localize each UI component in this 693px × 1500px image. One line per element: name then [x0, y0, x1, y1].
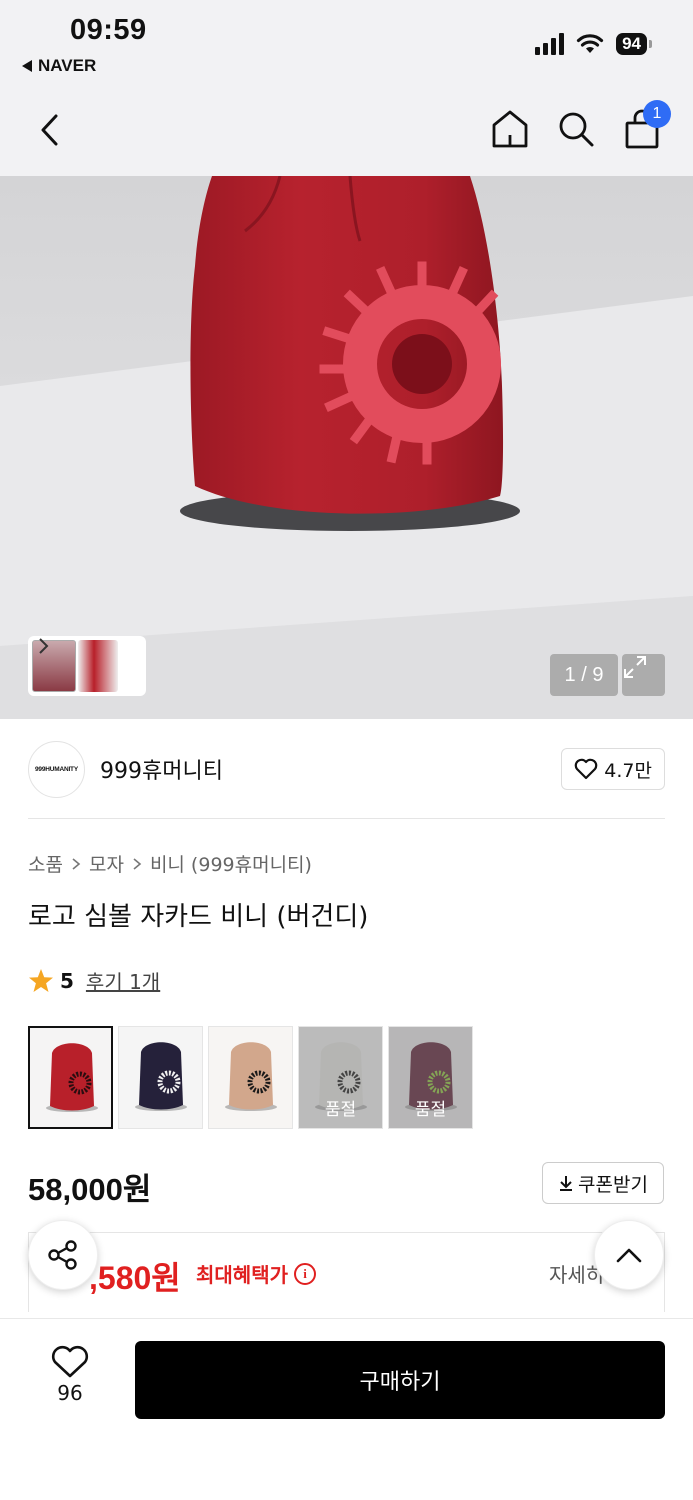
home-button[interactable] — [489, 106, 531, 152]
back-chevron-icon — [41, 114, 58, 146]
thumbnail-strip[interactable] — [28, 636, 146, 696]
max-benefit-label: 최대혜택가 i — [196, 1259, 316, 1288]
chevron-right-icon — [133, 857, 142, 870]
buy-button[interactable]: 구매하기 — [135, 1341, 665, 1419]
thumbnail-2[interactable] — [78, 640, 118, 692]
home-icon — [492, 110, 528, 148]
store-logo[interactable]: 999HUMANITY — [28, 740, 85, 798]
coupon-label: 쿠폰받기 — [578, 1173, 648, 1196]
battery-icon: 94 — [616, 33, 652, 55]
breadcrumb-item[interactable]: 비니 (999휴머니티) — [150, 850, 312, 877]
max-benefit-price: ,580원 — [89, 1260, 181, 1296]
product-price: 58,000원 — [28, 1172, 152, 1207]
back-triangle-icon — [22, 60, 32, 72]
wifi-icon — [576, 34, 604, 53]
star-icon — [29, 968, 53, 992]
breadcrumb: 소품 모자 비니 (999휴머니티) — [28, 850, 312, 877]
beanie-thumbnail — [46, 1043, 98, 1112]
like-button[interactable]: 96 — [40, 1345, 100, 1405]
beanie-thumbnail — [135, 1042, 187, 1111]
max-benefit-label-text: 최대혜택가 — [196, 1263, 288, 1287]
color-option[interactable]: 품절 — [298, 1026, 383, 1129]
coupon-button[interactable]: 쿠폰받기 — [542, 1162, 664, 1204]
product-title: 로고 심볼 자카드 비니 (버건디) — [28, 902, 369, 932]
bottom-action-bar: 96 구매하기 — [0, 1318, 693, 1500]
color-option[interactable] — [208, 1026, 293, 1129]
scroll-top-button[interactable] — [594, 1220, 664, 1290]
back-button[interactable] — [30, 110, 70, 150]
status-icons: 94 — [535, 33, 652, 55]
store-row[interactable]: 999HUMANITY 999휴머니티 4.7만 — [28, 740, 665, 798]
sold-out-label: 품절 — [389, 1027, 472, 1128]
battery-level: 94 — [622, 34, 641, 53]
back-to-app-link[interactable]: NAVER — [22, 56, 96, 76]
share-button[interactable] — [28, 1220, 98, 1290]
store-favorite-button[interactable]: 4.7만 — [561, 748, 665, 790]
search-button[interactable] — [555, 106, 597, 152]
image-counter: 1 / 9 — [550, 654, 618, 696]
heart-icon — [575, 758, 598, 780]
max-benefit-box: ,580원 최대혜택가 i 자세히 — [28, 1232, 665, 1312]
color-option[interactable] — [118, 1026, 203, 1129]
breadcrumb-item[interactable]: 모자 — [89, 850, 124, 877]
divider — [28, 818, 665, 819]
beanie-thumbnail — [225, 1042, 277, 1111]
top-bar: 09:59 NAVER 94 1 — [0, 0, 693, 176]
expand-button[interactable] — [622, 654, 665, 696]
status-time: 09:59 — [70, 14, 147, 46]
rating-score: 5 — [60, 968, 74, 993]
like-count: 96 — [57, 1381, 83, 1405]
rating-row[interactable]: 5 후기 1개 — [28, 966, 160, 995]
chevron-right-icon — [72, 857, 81, 870]
store-name[interactable]: 999휴머니티 — [100, 753, 223, 785]
reviews-link[interactable]: 후기 1개 — [86, 966, 160, 995]
color-option[interactable]: 품절 — [388, 1026, 473, 1129]
signal-icon — [535, 33, 565, 55]
breadcrumb-item[interactable]: 소품 — [28, 850, 63, 877]
color-options: 품절 품절 — [28, 1026, 473, 1129]
sold-out-label: 품절 — [299, 1027, 382, 1128]
store-favorite-count: 4.7만 — [604, 759, 652, 782]
expand-icon — [624, 656, 646, 678]
cart-button[interactable]: 1 — [621, 100, 671, 152]
heart-icon — [51, 1345, 89, 1378]
cart-count-badge: 1 — [643, 100, 671, 128]
back-app-label: NAVER — [38, 56, 97, 75]
chevron-right-icon[interactable] — [34, 636, 54, 656]
share-icon — [48, 1240, 77, 1270]
chevron-up-icon — [616, 1248, 642, 1263]
product-image-gallery[interactable]: 1 / 9 — [0, 176, 693, 719]
search-icon — [559, 112, 594, 147]
download-icon — [560, 1176, 573, 1191]
info-icon[interactable]: i — [294, 1262, 316, 1285]
color-option[interactable] — [28, 1026, 113, 1129]
